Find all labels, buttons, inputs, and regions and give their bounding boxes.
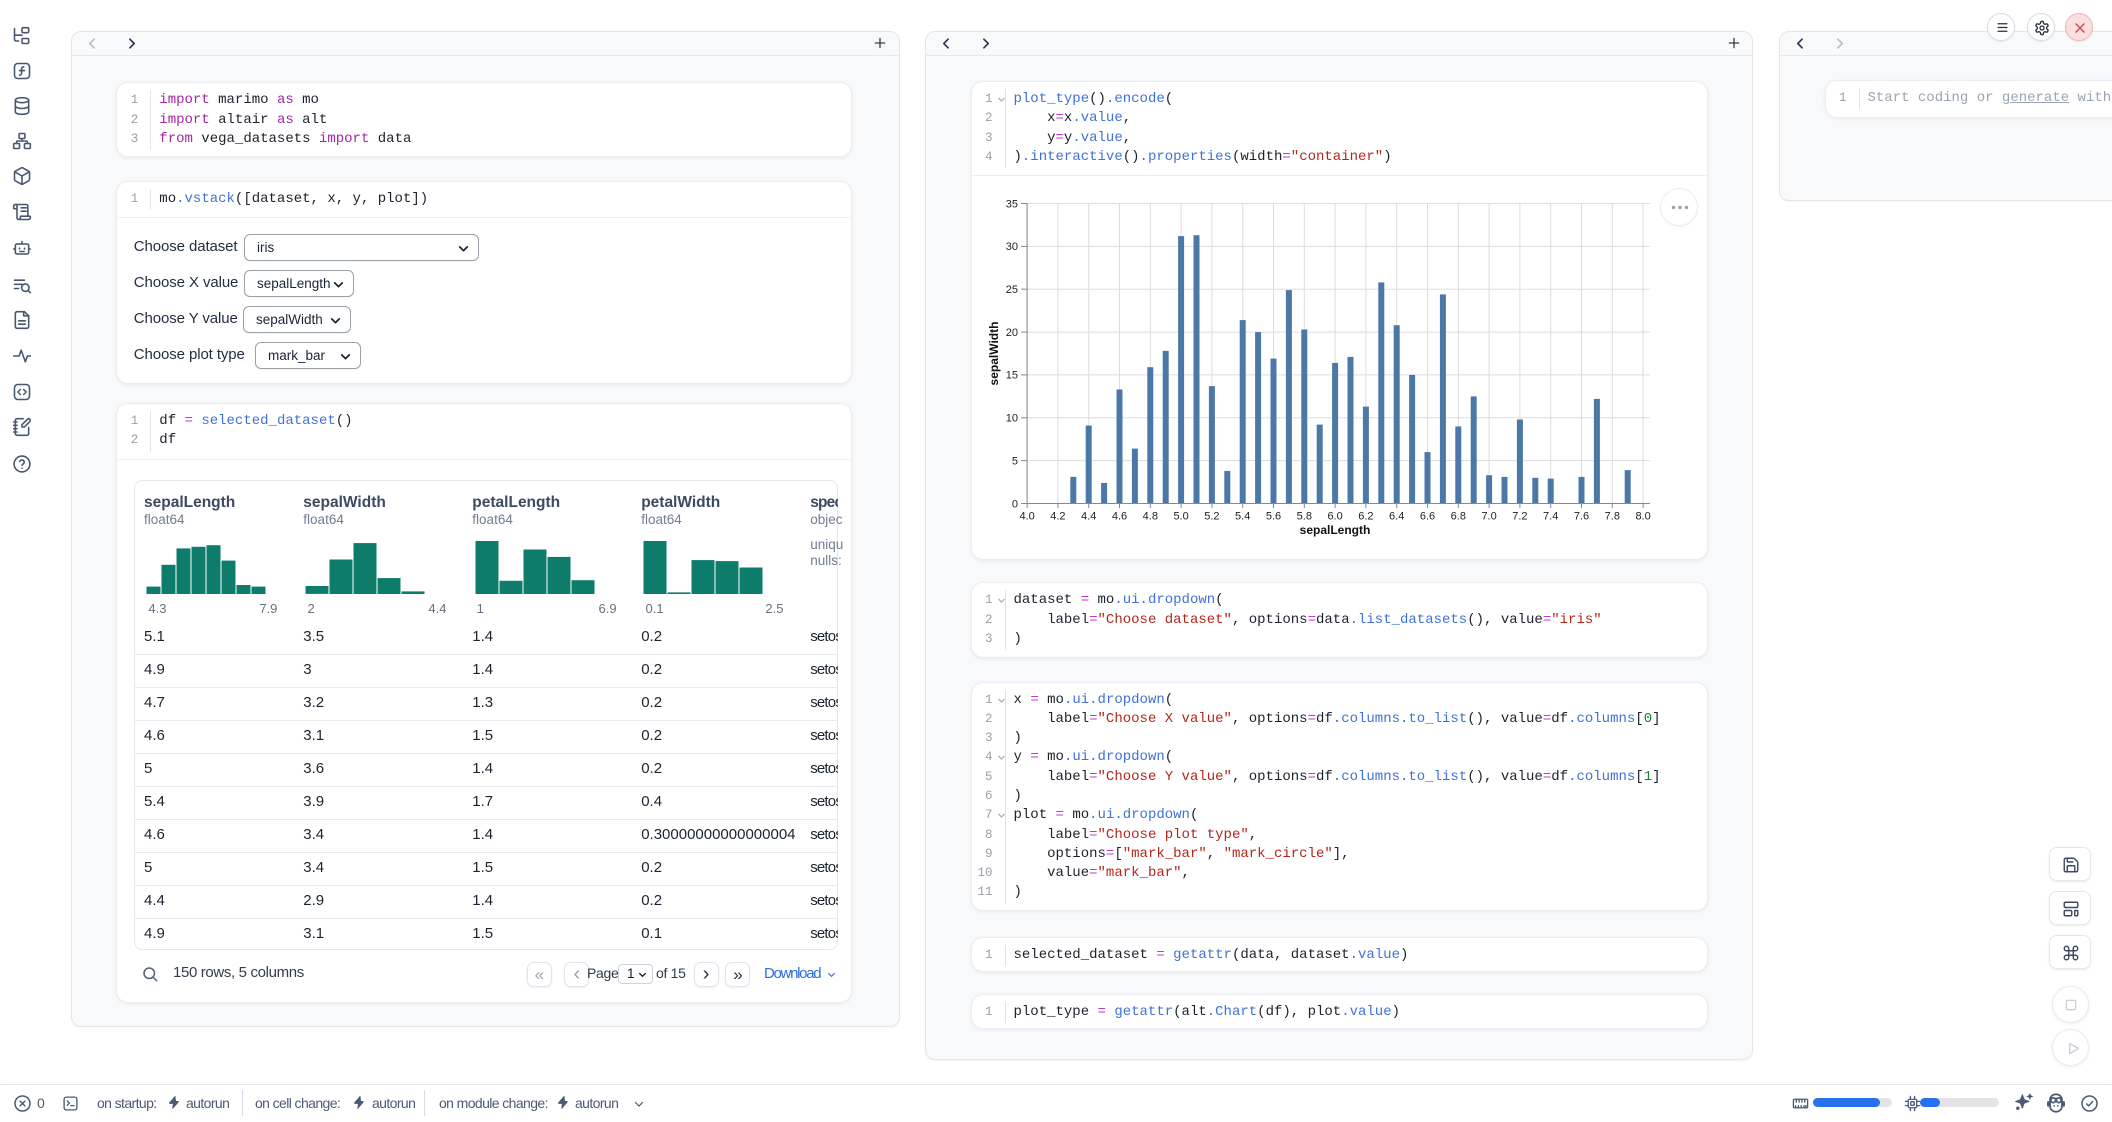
svg-text:7.8: 7.8 xyxy=(1604,511,1619,523)
svg-text:25: 25 xyxy=(1005,284,1017,296)
svg-text:5.8: 5.8 xyxy=(1296,511,1311,523)
svg-text:5.0: 5.0 xyxy=(1173,511,1188,523)
svg-text:7.0: 7.0 xyxy=(1481,511,1496,523)
svg-text:35: 35 xyxy=(1005,198,1017,210)
svg-text:7.6: 7.6 xyxy=(1573,511,1588,523)
svg-text:20: 20 xyxy=(1005,327,1017,339)
svg-text:sepalWidth: sepalWidth xyxy=(987,322,1001,386)
svg-text:4.4: 4.4 xyxy=(1081,511,1096,523)
svg-text:5.6: 5.6 xyxy=(1265,511,1280,523)
svg-text:6.2: 6.2 xyxy=(1358,511,1373,523)
svg-text:6.4: 6.4 xyxy=(1389,511,1404,523)
svg-text:4.6: 4.6 xyxy=(1111,511,1126,523)
svg-text:5: 5 xyxy=(1011,455,1017,467)
svg-text:6.8: 6.8 xyxy=(1450,511,1465,523)
svg-text:5.2: 5.2 xyxy=(1204,511,1219,523)
svg-text:10: 10 xyxy=(1005,413,1017,425)
svg-text:4.2: 4.2 xyxy=(1050,511,1065,523)
svg-text:4.8: 4.8 xyxy=(1142,511,1157,523)
svg-text:6.0: 6.0 xyxy=(1327,511,1342,523)
svg-text:5.4: 5.4 xyxy=(1235,511,1250,523)
svg-text:6.6: 6.6 xyxy=(1419,511,1434,523)
svg-text:0: 0 xyxy=(1011,498,1017,510)
svg-text:sepalLength: sepalLength xyxy=(1299,523,1370,537)
svg-text:7.2: 7.2 xyxy=(1512,511,1527,523)
svg-text:8.0: 8.0 xyxy=(1635,511,1650,523)
svg-text:4.0: 4.0 xyxy=(1019,511,1034,523)
svg-text:7.4: 7.4 xyxy=(1543,511,1558,523)
svg-text:30: 30 xyxy=(1005,241,1017,253)
svg-text:15: 15 xyxy=(1005,370,1017,382)
